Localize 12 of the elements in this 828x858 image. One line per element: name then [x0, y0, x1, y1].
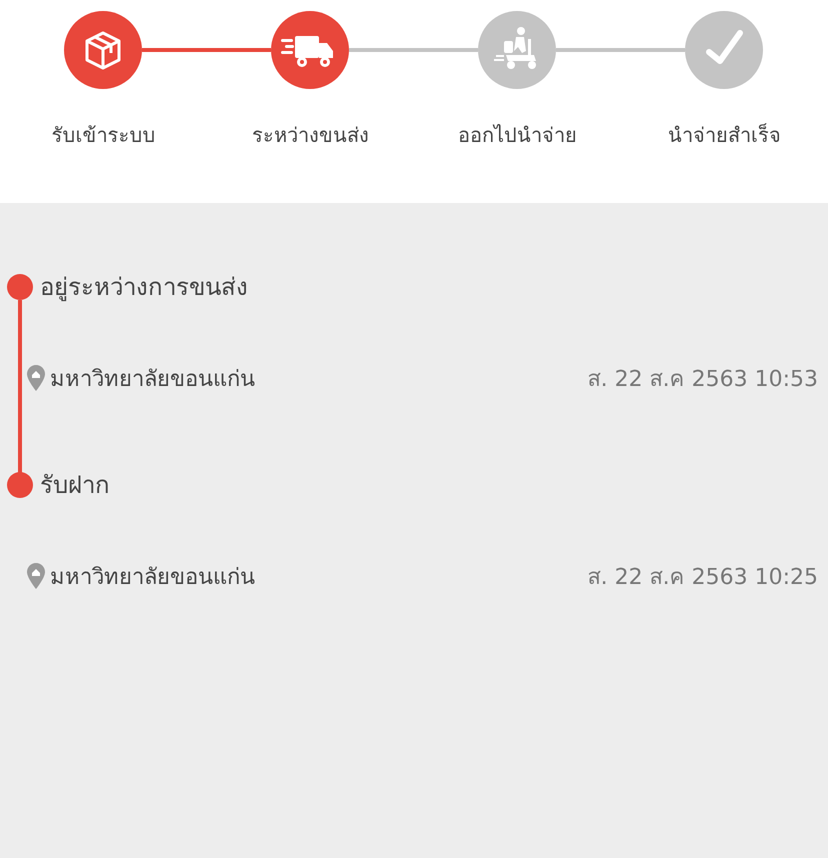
event-title: อยู่ระหว่างการขนส่ง	[40, 272, 249, 304]
location-text: มหาวิทยาลัยขอนแก่น	[50, 564, 255, 592]
location-text: มหาวิทยาลัยขอนแก่น	[50, 366, 255, 394]
event-title: รับฝาก	[40, 470, 111, 501]
step-label: รับเข้าระบบ	[52, 122, 156, 149]
location-pin-icon	[27, 365, 45, 391]
event-time: ส. 22 ส.ค 2563 10:25	[588, 564, 818, 592]
location-pin-icon	[27, 563, 45, 589]
event-time: ส. 22 ส.ค 2563 10:53	[588, 366, 818, 394]
step-label: ระหว่างขนส่ง	[252, 122, 369, 149]
step-label: ออกไปนำจ่าย	[458, 122, 577, 149]
step-label: นำจ่ายสำเร็จ	[668, 122, 781, 149]
